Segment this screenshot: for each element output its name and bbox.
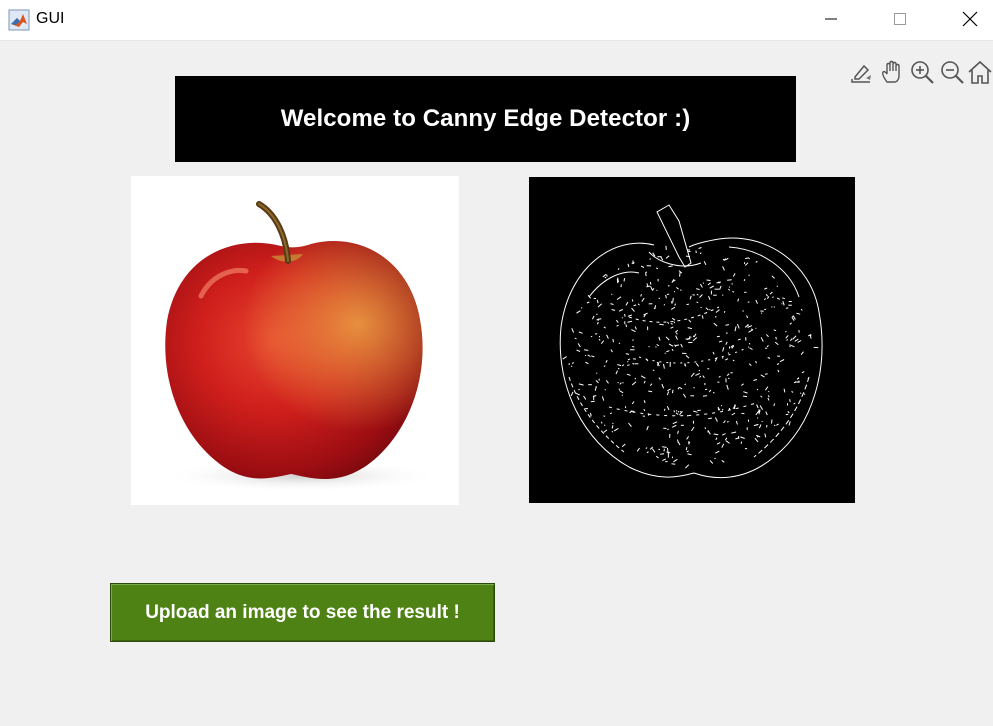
minimize-button[interactable] <box>808 0 854 38</box>
welcome-banner: Welcome to Canny Edge Detector :) <box>175 76 796 162</box>
canny-edge-result <box>559 204 823 479</box>
edge-result-axes <box>529 177 855 503</box>
close-button[interactable] <box>947 0 993 38</box>
banner-text: Welcome to Canny Edge Detector :) <box>280 105 691 132</box>
window-titlebar: GUI <box>0 0 993 41</box>
close-icon <box>962 11 978 27</box>
edge-speckles <box>562 245 819 469</box>
window-title: GUI <box>36 10 65 27</box>
maximize-icon <box>894 13 906 25</box>
pan-hand-icon[interactable] <box>878 58 906 86</box>
brush-icon[interactable] <box>848 58 876 86</box>
zoom-out-icon[interactable] <box>938 58 966 86</box>
upload-image-button[interactable]: Upload an image to see the result ! <box>110 583 495 642</box>
axes-toolbar <box>848 58 993 86</box>
upload-button-label: Upload an image to see the result ! <box>145 601 460 623</box>
home-icon[interactable] <box>966 58 993 86</box>
apple-photo <box>161 201 441 492</box>
original-image-axes <box>131 176 459 505</box>
minimize-icon <box>825 18 837 20</box>
matlab-app-icon <box>8 9 30 31</box>
zoom-in-icon[interactable] <box>908 58 936 86</box>
maximize-button[interactable] <box>877 0 923 38</box>
